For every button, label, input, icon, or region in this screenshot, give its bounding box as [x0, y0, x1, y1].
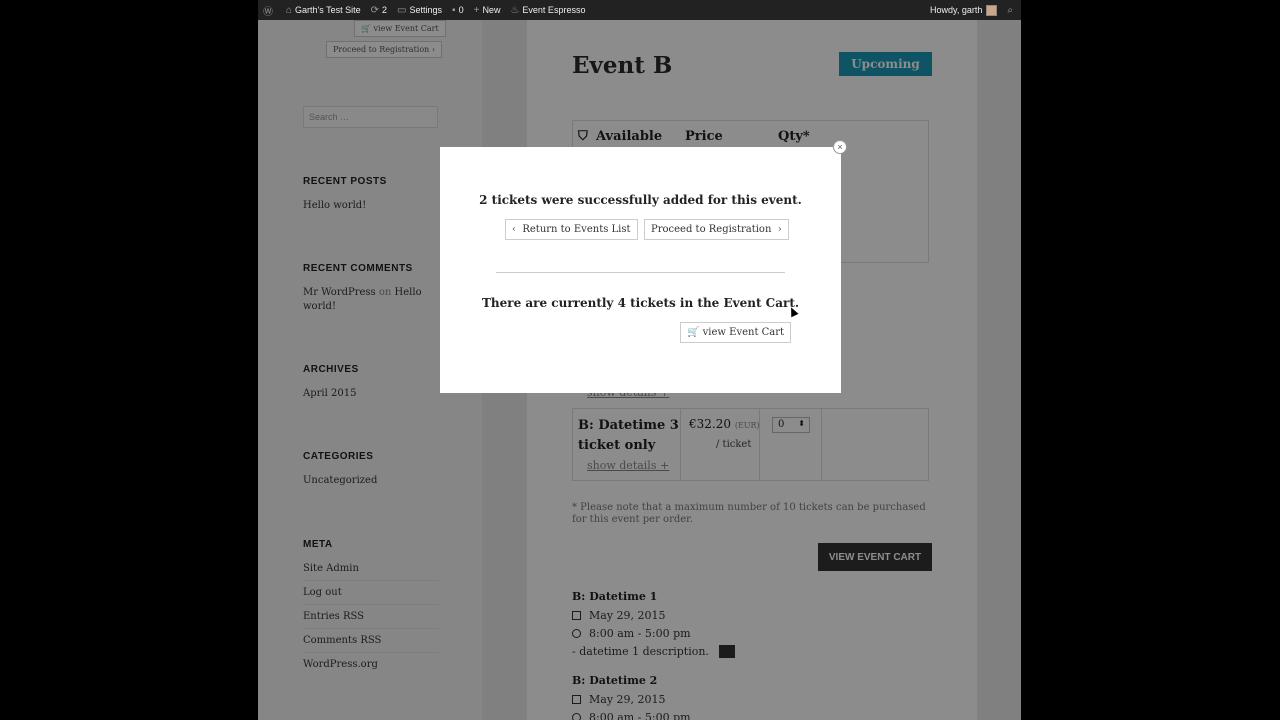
event-espresso-link[interactable]: ♨ Event Espresso	[505, 0, 590, 20]
return-to-events-button[interactable]: ‹ Return to Events List	[505, 219, 638, 240]
cart-added-modal: × 2 tickets were successfully added for …	[440, 140, 847, 393]
proceed-to-registration-button[interactable]: Proceed to Registration ›	[644, 219, 789, 240]
site-name-link[interactable]: ⌂ Garth's Test Site	[281, 0, 366, 20]
home-icon: ⌂	[286, 4, 293, 16]
chevron-right-icon: ›	[777, 224, 782, 235]
plus-icon: +	[473, 4, 480, 16]
close-icon[interactable]: ×	[833, 140, 847, 154]
avatar	[986, 4, 998, 16]
chevron-left-icon: ‹	[512, 224, 516, 235]
new-link[interactable]: + New	[469, 0, 506, 20]
comments-link[interactable]: ▪ 0	[447, 0, 469, 20]
folder-icon: ▭	[397, 4, 407, 16]
wordpress-logo-icon[interactable]: Ⓦ	[258, 0, 281, 20]
view-event-cart-button[interactable]: 🛒 view Event Cart	[680, 322, 792, 343]
refresh-icon: ⟳	[370, 4, 380, 16]
right-black-bar	[1021, 0, 1280, 720]
tickets-added-message: 2 tickets were successfully added for th…	[479, 193, 802, 207]
admin-bar: Ⓦ ⌂ Garth's Test Site ⟳ 2 ▭ Settings ▪ 0 + Ne…	[258, 0, 1021, 20]
cart-icon: 🛒	[687, 327, 700, 338]
search-icon[interactable]: ⌕	[1002, 0, 1021, 20]
account-menu[interactable]: Howdy, garth	[925, 0, 1002, 20]
event-espresso-icon: ♨	[510, 4, 520, 16]
updates-link[interactable]: ⟳ 2	[366, 0, 392, 20]
cart-count-message: There are currently 4 tickets in the Eve…	[481, 296, 800, 310]
settings-link[interactable]: ▭ Settings	[392, 0, 447, 20]
comment-icon: ▪	[452, 4, 456, 16]
divider	[496, 272, 785, 273]
left-black-bar	[0, 0, 258, 720]
